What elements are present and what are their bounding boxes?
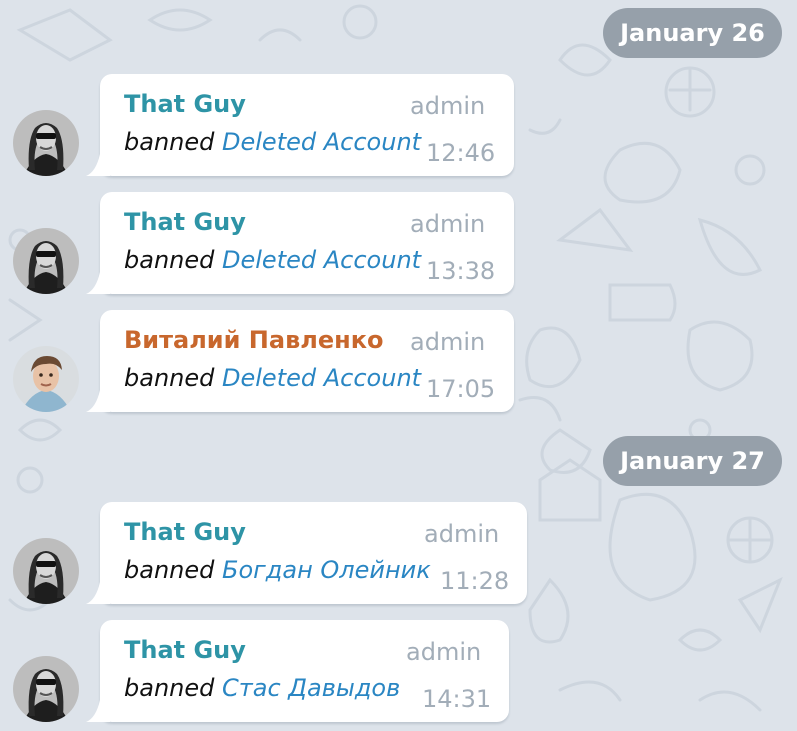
banned-user-link[interactable]: Богдан Олейник xyxy=(222,556,431,584)
message-time: 12:46 xyxy=(426,139,496,167)
message-text: banned Deleted Account xyxy=(124,246,421,274)
sender-name[interactable]: That Guy xyxy=(124,518,246,546)
banned-user-link[interactable]: Deleted Account xyxy=(222,246,421,274)
action-text: banned xyxy=(124,556,215,584)
bubble-tail xyxy=(86,700,110,722)
banned-user-link[interactable]: Deleted Account xyxy=(222,128,421,156)
action-text: banned xyxy=(124,128,215,156)
banned-user-link[interactable]: Стас Давыдов xyxy=(222,674,400,702)
message-text: banned Deleted Account xyxy=(124,128,421,156)
date-separator: January 26 xyxy=(603,8,782,58)
avatar[interactable] xyxy=(13,110,79,176)
bubble-tail xyxy=(86,582,110,604)
action-text: banned xyxy=(124,364,215,392)
avatar[interactable] xyxy=(13,538,79,604)
message-time: 17:05 xyxy=(426,375,496,403)
bubble-tail xyxy=(86,272,110,294)
action-text: banned xyxy=(124,246,215,274)
message-time: 13:38 xyxy=(426,257,496,285)
message-text: banned Deleted Account xyxy=(124,364,421,392)
sender-name[interactable]: Виталий Павленко xyxy=(124,326,383,354)
admin-badge: admin xyxy=(410,210,486,238)
date-separator: January 27 xyxy=(603,436,782,486)
message-bubble[interactable]: That Guy admin banned Deleted Account 13… xyxy=(86,192,514,294)
action-text: banned xyxy=(124,674,215,702)
bubble-tail xyxy=(86,390,110,412)
avatar[interactable] xyxy=(13,656,79,722)
avatar[interactable] xyxy=(13,346,79,412)
admin-badge: admin xyxy=(410,92,486,120)
sender-name[interactable]: That Guy xyxy=(124,90,246,118)
admin-badge: admin xyxy=(406,638,482,666)
message-time: 11:28 xyxy=(440,567,510,595)
sender-name[interactable]: That Guy xyxy=(124,636,246,664)
message-text: banned Богдан Олейник xyxy=(124,556,431,584)
avatar[interactable] xyxy=(13,228,79,294)
message-text: banned Стас Давыдов xyxy=(124,674,400,702)
date-separator-label: January 26 xyxy=(620,19,765,47)
bubble-tail xyxy=(86,154,110,176)
date-separator-label: January 27 xyxy=(620,447,765,475)
admin-badge: admin xyxy=(410,328,486,356)
sender-name[interactable]: That Guy xyxy=(124,208,246,236)
banned-user-link[interactable]: Deleted Account xyxy=(222,364,421,392)
admin-badge: admin xyxy=(424,520,500,548)
message-bubble[interactable]: That Guy admin banned Богдан Олейник 11:… xyxy=(86,502,527,604)
message-bubble[interactable]: That Guy admin banned Deleted Account 12… xyxy=(86,74,514,176)
message-time: 14:31 xyxy=(422,685,492,713)
message-bubble[interactable]: Виталий Павленко admin banned Deleted Ac… xyxy=(86,310,514,412)
message-bubble[interactable]: That Guy admin banned Стас Давыдов 14:31 xyxy=(86,620,509,722)
